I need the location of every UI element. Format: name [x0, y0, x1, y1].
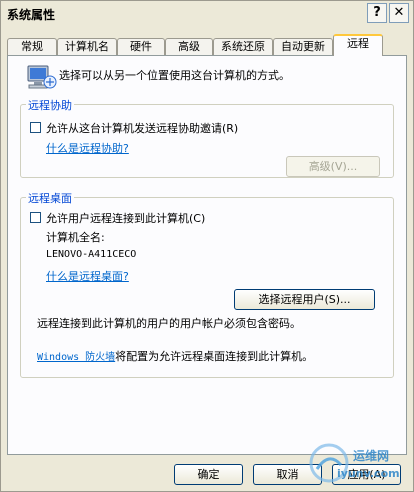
watermark-text-2: iyunv.com [337, 467, 400, 480]
firewall-line: Windows 防火墙将配置为允许远程桌面连接到此计算机。 [37, 348, 313, 364]
window-title: 系统属性 [7, 8, 56, 22]
select-remote-users-button[interactable]: 选择远程用户(S)... [234, 289, 375, 310]
tab-computer-name[interactable]: 计算机名 [57, 38, 117, 55]
remote-desktop-group: 远程桌面 允许用户远程连接到此计算机(C) 计算机全名: LENOVO-A411… [20, 190, 394, 378]
advanced-button[interactable]: 高级(V)... [286, 156, 380, 177]
tab-system-restore[interactable]: 系统还原 [213, 38, 273, 55]
allow-remote-connect-label[interactable]: 允许用户远程连接到此计算机(C) [46, 210, 205, 226]
allow-remote-connect-checkbox[interactable] [30, 212, 41, 223]
ok-button[interactable]: 确定 [174, 464, 243, 485]
allow-assistance-checkbox[interactable] [30, 122, 41, 133]
remote-assistance-legend: 远程协助 [26, 97, 74, 113]
full-computer-name-label: 计算机全名: [46, 231, 105, 244]
what-is-remote-assistance-link[interactable]: 什么是远程协助? [46, 140, 129, 156]
tab-hardware[interactable]: 硬件 [117, 38, 165, 55]
system-properties-dialog: 系统属性 ? ✕ 常规 计算机名 硬件 高级 系统还原 自动更新 远程 选择可以… [0, 0, 414, 492]
watermark-text-1: 运维网 [353, 449, 390, 463]
help-button[interactable]: ? [367, 3, 387, 23]
tab-automatic-updates[interactable]: 自动更新 [273, 38, 333, 55]
title-bar: 系统属性 ? ✕ [1, 1, 413, 27]
allow-assistance-label[interactable]: 允许从这台计算机发送远程协助邀请(R) [46, 120, 238, 136]
intro-text: 选择可以从另一个位置使用这台计算机的方式。 [59, 69, 290, 82]
firewall-text: 将配置为允许远程桌面连接到此计算机。 [115, 350, 314, 363]
remote-computer-icon [27, 65, 57, 89]
remote-desktop-legend: 远程桌面 [26, 190, 74, 206]
tab-general[interactable]: 常规 [7, 38, 57, 55]
tab-advanced[interactable]: 高级 [165, 38, 213, 55]
close-button[interactable]: ✕ [389, 3, 409, 23]
what-is-remote-desktop-link[interactable]: 什么是远程桌面? [46, 268, 129, 284]
password-required-note: 远程连接到此计算机的用户的用户帐户必须包含密码。 [37, 317, 301, 330]
full-computer-name-value: LENOVO-A411CECO [46, 249, 137, 260]
windows-firewall-link[interactable]: Windows 防火墙 [37, 352, 115, 363]
remote-assistance-group: 远程协助 允许从这台计算机发送远程协助邀请(R) 什么是远程协助? 高级(V).… [20, 97, 394, 178]
tab-remote[interactable]: 远程 [333, 34, 383, 56]
remote-tab-panel: 选择可以从另一个位置使用这台计算机的方式。 远程协助 允许从这台计算机发送远程协… [7, 55, 407, 455]
